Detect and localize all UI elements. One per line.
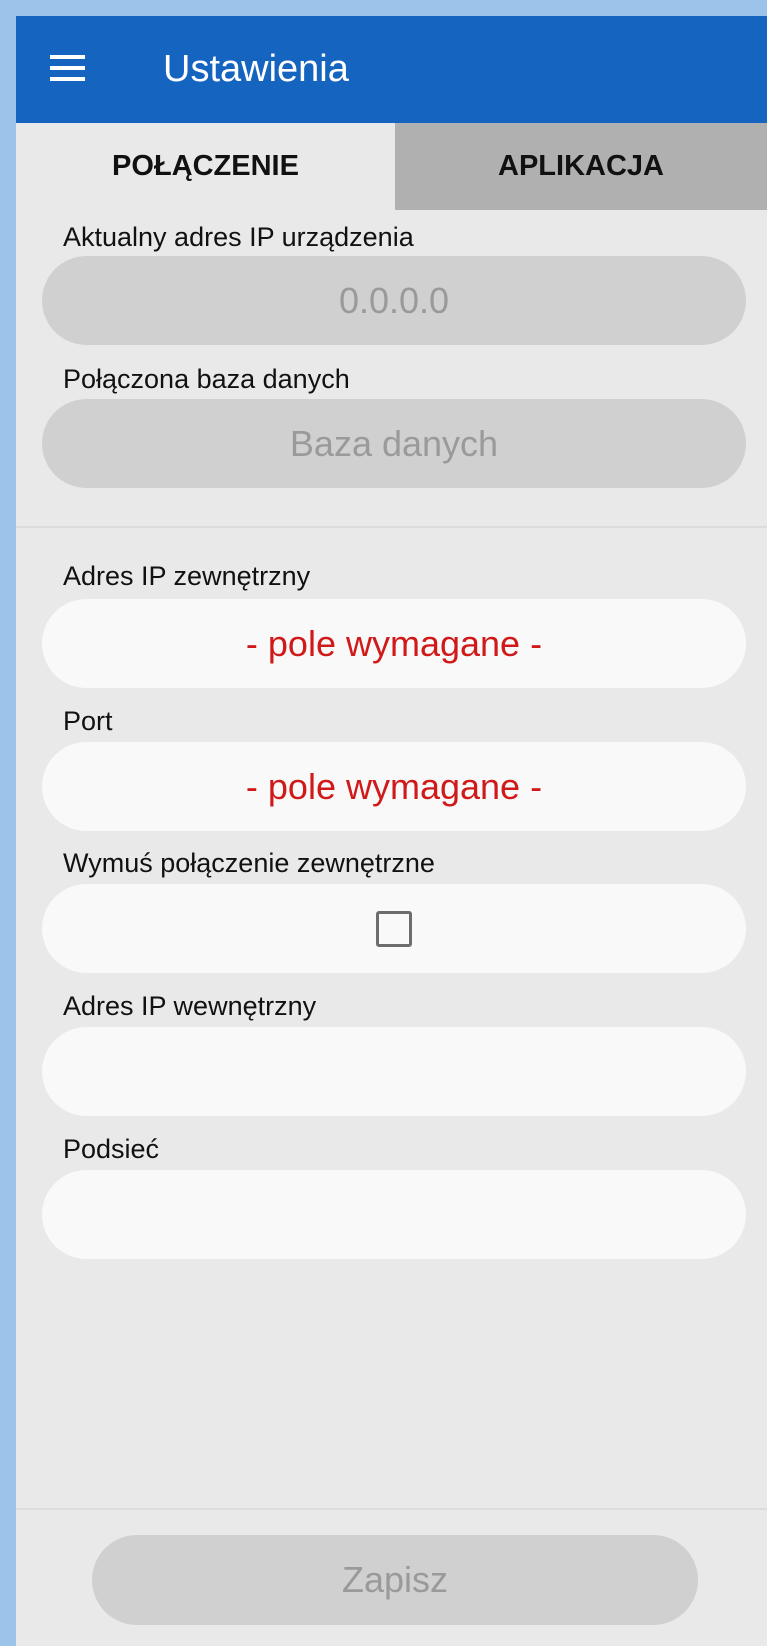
internal-ip-label: Adres IP wewnętrzny [63, 991, 317, 1021]
hamburger-menu-icon[interactable] [40, 48, 96, 88]
internal-ip-input[interactable] [42, 1027, 746, 1116]
external-ip-input[interactable]: - pole wymagane - [42, 599, 746, 688]
current-ip-label: Aktualny adres IP urządzenia [63, 222, 414, 252]
save-button[interactable]: Zapisz [92, 1535, 698, 1625]
section-divider [16, 526, 767, 528]
port-input[interactable]: - pole wymagane - [42, 742, 746, 831]
force-external-row[interactable] [42, 884, 746, 973]
tab-polaczenie[interactable]: POŁĄCZENIE [16, 123, 395, 210]
port-label: Port [63, 706, 113, 736]
app-bar: Ustawienia [16, 16, 767, 123]
external-ip-label: Adres IP zewnętrzny [63, 561, 311, 591]
subnet-input[interactable] [42, 1170, 746, 1259]
subnet-label: Podsieć [63, 1134, 160, 1164]
footer-divider [16, 1508, 767, 1510]
tab-aplikacja[interactable]: APLIKACJA [395, 123, 767, 210]
current-ip-field: 0.0.0.0 [42, 256, 746, 345]
app-screen: Ustawienia POŁĄCZENIE APLIKACJA Aktualny… [16, 16, 767, 1646]
force-external-label: Wymuś połączenie zewnętrzne [63, 848, 435, 878]
force-external-checkbox[interactable] [376, 910, 412, 947]
connected-db-label: Połączona baza danych [63, 364, 350, 394]
page-title: Ustawienia [163, 48, 349, 90]
tab-bar: POŁĄCZENIE APLIKACJA [16, 123, 767, 210]
connected-db-field: Baza danych [42, 399, 746, 488]
